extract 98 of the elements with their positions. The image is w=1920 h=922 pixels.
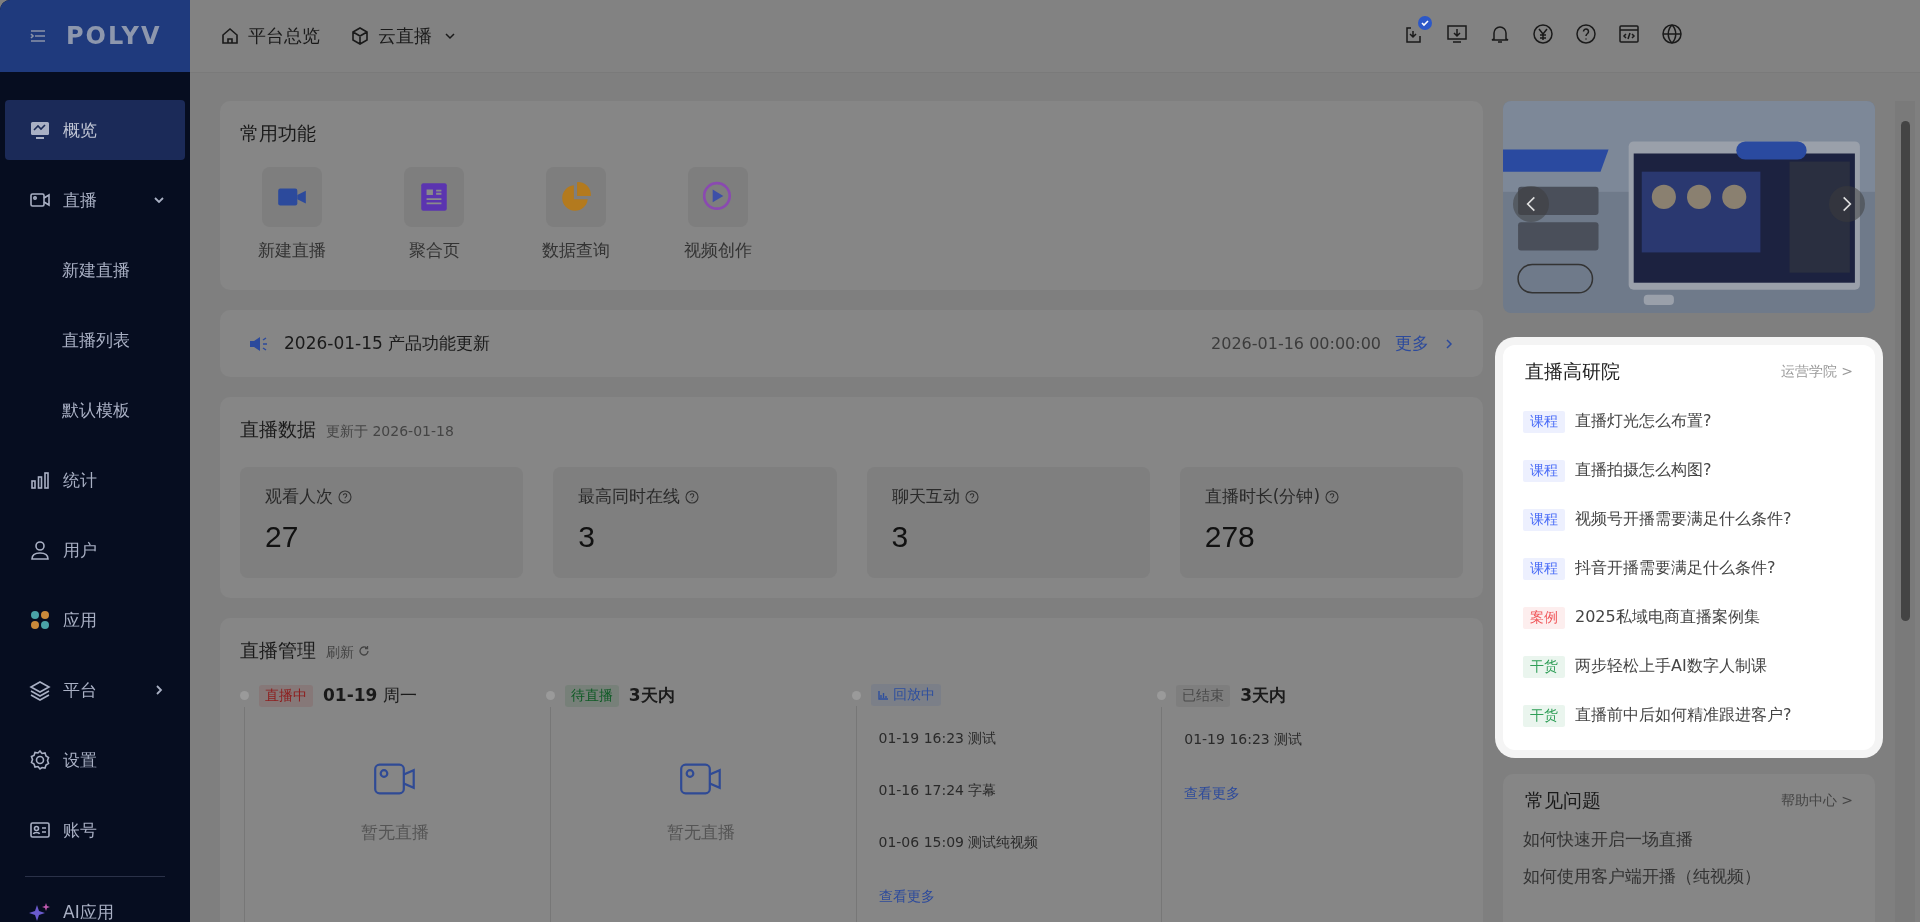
- function-tile[interactable]: [688, 167, 748, 227]
- column-heading: 3天内: [1240, 684, 1287, 707]
- category-tag: 案例: [1523, 606, 1565, 629]
- stat-value: 3: [578, 520, 596, 554]
- sidebar-item[interactable]: 应用: [5, 590, 185, 650]
- live-entry[interactable]: 01-16 17:24 字幕: [878, 782, 1158, 800]
- category-tag: 课程: [1523, 508, 1565, 531]
- chevron-right-icon: [1842, 195, 1852, 213]
- course-item[interactable]: 干货 直播前中后如何精准跟进客户?: [1523, 691, 1855, 740]
- download-icon: [1446, 23, 1468, 45]
- sidebar-item[interactable]: 平台: [5, 660, 185, 720]
- card-title: 直播管理: [240, 638, 316, 663]
- category-tag: 课程: [1523, 410, 1565, 433]
- category-tag: 干货: [1523, 655, 1565, 678]
- card-title: 直播高研院: [1525, 359, 1620, 384]
- apps-icon: [29, 609, 51, 631]
- function-tile[interactable]: [262, 167, 322, 227]
- stat-value: 27: [265, 520, 300, 554]
- sidebar-item[interactable]: AI应用: [5, 887, 185, 922]
- stat-label: 直播时长(分钟): [1204, 485, 1320, 508]
- column-heading: 01-19 周一: [323, 684, 417, 707]
- bar-chart-icon: [876, 689, 889, 701]
- card-title: 常见问题: [1525, 788, 1601, 813]
- bell-icon: [1489, 23, 1511, 45]
- category-tag: 课程: [1523, 459, 1565, 482]
- previous-button[interactable]: [1513, 186, 1549, 222]
- home-icon: [220, 26, 240, 46]
- course-item[interactable]: 干货 两步轻松上手AI数字人制课: [1523, 642, 1855, 691]
- yen-icon: [1532, 23, 1554, 45]
- cube-icon: [350, 26, 370, 46]
- sparkle-icon: [29, 901, 51, 922]
- sidebar-item[interactable]: 直播: [5, 170, 185, 230]
- status-tag: 待直播: [564, 684, 619, 707]
- stat-label: 聊天互动: [891, 485, 960, 508]
- nav-link[interactable]: 平台总览: [220, 24, 320, 48]
- course-item[interactable]: 课程 直播拍摄怎么构图?: [1523, 446, 1855, 495]
- function-label: 聚合页: [408, 239, 460, 262]
- code-icon: [1618, 23, 1640, 45]
- stat-value: 3: [891, 520, 910, 554]
- announcement-time: 2026-01-16 00:00:00: [1211, 334, 1381, 353]
- pie-chart-icon: [559, 180, 593, 214]
- function-label: 新建直播: [258, 239, 326, 262]
- settings-icon: [29, 749, 51, 771]
- faq-link[interactable]: 如何使用客户端开播（纯视频）: [1523, 865, 1855, 888]
- course-item[interactable]: 课程 直播灯光怎么布置?: [1523, 397, 1855, 446]
- layers-icon: [29, 679, 51, 701]
- sidebar-item[interactable]: 用户: [5, 520, 185, 580]
- nav-link[interactable]: 云直播: [350, 24, 456, 48]
- help-icon: [1575, 23, 1597, 45]
- next-button[interactable]: [1829, 186, 1865, 222]
- monitor-icon: [29, 119, 51, 141]
- card-title: 常用功能: [240, 121, 317, 146]
- stat-label: 观看人次: [265, 485, 333, 508]
- check-badge-icon: [1418, 16, 1432, 30]
- stat-label: 最高同时在线: [578, 485, 681, 508]
- sidebar-subitem[interactable]: 直播列表: [5, 310, 185, 370]
- course-item[interactable]: 课程 视频号开播需要满足什么条件?: [1523, 495, 1855, 544]
- help-icon[interactable]: [685, 489, 700, 504]
- video-camera-icon: [679, 761, 724, 797]
- live-entry[interactable]: 01-06 15:09 测试纯视频: [878, 834, 1158, 852]
- status-tag: 回放中: [870, 684, 941, 706]
- scrollbar[interactable]: [1895, 101, 1915, 922]
- function-label: 数据查询: [542, 239, 610, 262]
- help-icon[interactable]: [338, 489, 352, 504]
- category-tag: 干货: [1523, 704, 1565, 727]
- sidebar-subitem[interactable]: 新建直播: [5, 240, 185, 300]
- live-entry[interactable]: 01-19 16:23 测试: [1184, 731, 1463, 749]
- category-tag: 课程: [1523, 557, 1565, 580]
- card-title: 直播数据: [240, 417, 316, 442]
- faq-link[interactable]: 如何快速开启一场直播: [1523, 828, 1855, 851]
- chevron-right-icon: [1443, 337, 1455, 350]
- caret-icon: [444, 30, 456, 42]
- function-tile[interactable]: [546, 167, 606, 227]
- globe-icon: [1661, 23, 1683, 45]
- sidebar-item[interactable]: 统计: [5, 450, 185, 510]
- function-tile[interactable]: [404, 167, 464, 227]
- help-icon[interactable]: [1325, 489, 1339, 504]
- video-camera-icon: [373, 761, 418, 797]
- refresh-icon[interactable]: [358, 645, 370, 657]
- id-card-icon: [29, 819, 51, 841]
- user-icon: [29, 539, 51, 561]
- status-tag: 直播中: [259, 684, 313, 707]
- updated-date: 更新于 2026-01-18: [326, 423, 454, 441]
- course-item[interactable]: 案例 2025私域电商直播案例集: [1523, 593, 1855, 642]
- logo[interactable]: POLYV: [66, 22, 162, 50]
- sidebar-item[interactable]: 概览: [5, 100, 185, 160]
- course-item[interactable]: 课程 抖音开播需要满足什么条件?: [1523, 544, 1855, 593]
- function-label: 视频创作: [684, 239, 752, 262]
- sidebar-subitem[interactable]: 默认模板: [5, 380, 185, 440]
- help-icon[interactable]: [964, 489, 979, 504]
- column-heading: 3天内: [628, 684, 675, 707]
- announcement-link[interactable]: 2026-01-15 产品功能更新: [284, 332, 1198, 355]
- stat-value: 278: [1204, 520, 1256, 554]
- chevron-left-icon: [1526, 195, 1536, 213]
- sidebar-item[interactable]: 账号: [5, 800, 185, 860]
- bar-chart-icon: [29, 469, 51, 491]
- live-entry[interactable]: 01-19 16:23 测试: [878, 730, 1158, 748]
- sidebar-item[interactable]: 设置: [5, 730, 185, 790]
